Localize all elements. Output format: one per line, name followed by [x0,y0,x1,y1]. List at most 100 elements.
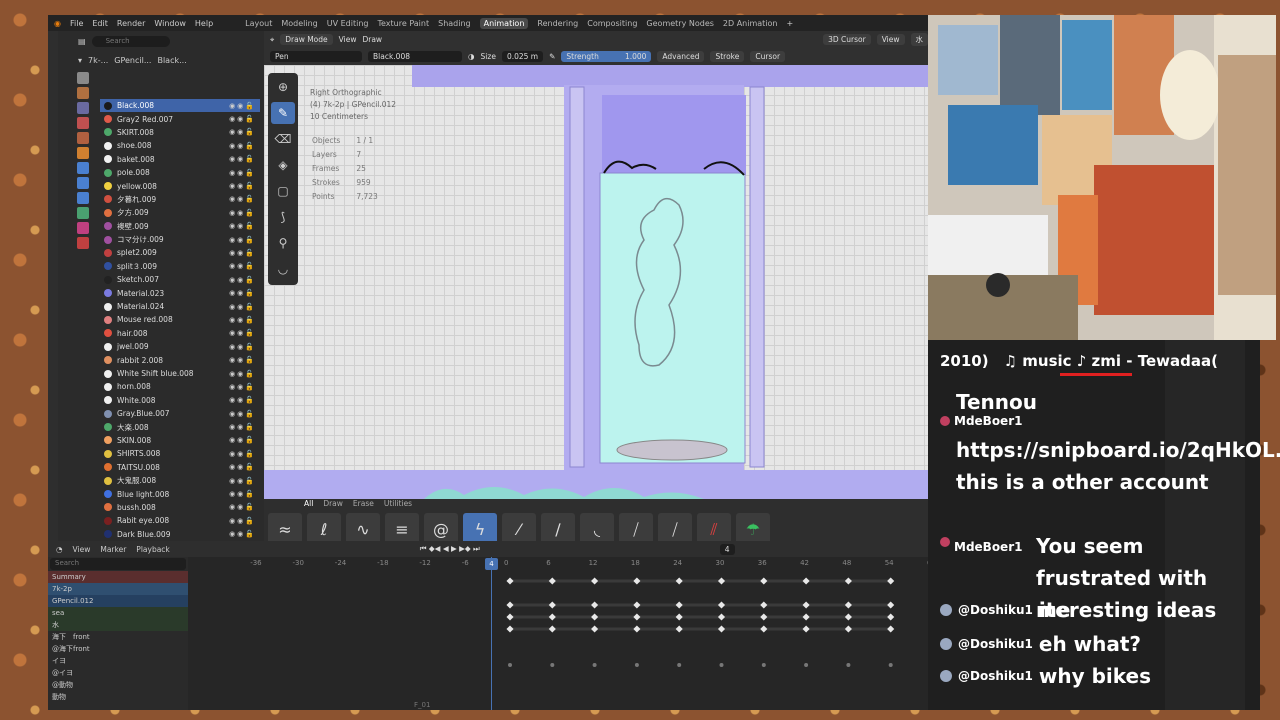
keyframe[interactable] [591,625,599,633]
keyframe[interactable] [633,625,641,633]
material-slot[interactable]: White Shift blue.008 ◉◉🔓 [100,367,260,380]
tab-uv-editing[interactable]: UV Editing [327,19,369,28]
tab-shading[interactable]: Shading [438,19,471,28]
tool-brush-dropdown[interactable]: Pen [270,51,362,62]
keyframe[interactable] [675,601,683,609]
material-slot[interactable]: hair.008 ◉◉🔓 [100,327,260,340]
keyframe[interactable] [802,577,810,585]
keyframe[interactable] [675,625,683,633]
curve-tool-icon[interactable]: ◡ [271,258,295,280]
channel-row[interactable]: @海下front [48,643,188,655]
material-dropdown[interactable]: Black.008 [368,51,462,62]
channel-row[interactable]: GPencil.012 [48,595,188,607]
material-slot[interactable]: 夕暮れ.009 ◉◉🔓 [100,193,260,206]
slot-toggle-icons[interactable]: ◉◉🔓 [229,477,260,485]
channel-row[interactable]: イヨ [48,655,188,667]
playhead-line[interactable] [491,557,492,710]
keyframe[interactable] [717,613,726,621]
keyframe[interactable] [802,613,810,621]
cursor-dropdown[interactable]: Cursor [750,51,786,62]
stroke-dropdown[interactable]: Stroke [710,51,745,62]
tint-tool-icon[interactable]: ⟆ [271,206,295,228]
slot-toggle-icons[interactable]: ◉◉🔓 [229,530,260,538]
eyedropper-tool-icon[interactable]: ⚲ [271,232,295,254]
material-slot[interactable]: 夕方.009 ◉◉🔓 [100,206,260,219]
keyframe[interactable] [508,663,512,667]
channel-row[interactable]: Summary [48,571,188,583]
keyframe-area[interactable] [188,571,928,710]
keyframe[interactable] [802,601,810,609]
menu-render[interactable]: Render [117,19,145,28]
material-slot[interactable]: Gray2 Red.007 ◉◉🔓 [100,112,260,125]
editor-type-icon[interactable]: ▤ [78,37,86,46]
slot-toggle-icons[interactable]: ◉◉🔓 [229,115,260,123]
menu-edit[interactable]: Edit [92,19,108,28]
tab-geometry-nodes[interactable]: Geometry Nodes [646,19,713,28]
channel-row[interactable]: 海下 front [48,631,188,643]
view-dropdown[interactable]: View [876,34,905,45]
keyframe[interactable] [844,601,852,609]
slot-toggle-icons[interactable]: ◉◉🔓 [229,436,260,444]
material-slot[interactable]: Sketch.007 ◉◉🔓 [100,273,260,286]
slot-toggle-icons[interactable]: ◉◉🔓 [229,262,260,270]
stroke-placement-dropdown[interactable]: 3D Cursor [823,34,871,45]
slot-toggle-icons[interactable]: ◉◉🔓 [229,209,260,217]
view-layer-tab-icon[interactable] [77,117,89,129]
draw-menu[interactable]: Draw [362,35,382,44]
material-slot[interactable]: splet2.009 ◉◉🔓 [100,246,260,259]
render-tab-icon[interactable] [77,87,89,99]
keyframe[interactable] [760,577,768,585]
keyframe[interactable] [591,601,599,609]
slot-toggle-icons[interactable]: ◉◉🔓 [229,236,260,244]
slot-toggle-icons[interactable]: ◉◉🔓 [229,423,260,431]
channel-search[interactable]: Search [50,558,186,570]
keyframe[interactable] [592,663,597,667]
material-slot[interactable]: rabbit 2.008 ◉◉🔓 [100,353,260,366]
texture-tab-icon[interactable] [77,237,89,249]
output-tab-icon[interactable] [77,102,89,114]
3d-viewport[interactable]: ⊕ ✎ ⌫ ◈ ▢ ⟆ ⚲ ◡ Right Orthographic (4) 7… [264,65,928,499]
breadcrumb-material[interactable]: Black... [157,56,186,65]
keyframe[interactable] [887,625,895,633]
channel-row[interactable]: 動物 [48,691,188,703]
fill-tool-icon[interactable]: ◈ [271,154,295,176]
material-slot[interactable]: 襖壁.009 ◉◉🔓 [100,220,260,233]
playback-menu[interactable]: Playback [136,545,169,554]
channel-row[interactable]: 7k-2p [48,583,188,595]
keyframe[interactable] [846,663,851,667]
keyframe[interactable] [719,663,724,667]
editor-type-icon[interactable]: ◔ [56,545,63,554]
tab-compositing[interactable]: Compositing [587,19,637,28]
keyframe[interactable] [760,601,768,609]
slot-toggle-icons[interactable]: ◉◉🔓 [229,383,260,391]
material-slot[interactable]: yellow.008 ◉◉🔓 [100,179,260,192]
material-slot[interactable]: SKIN.008 ◉◉🔓 [100,434,260,447]
keyframe[interactable] [887,613,895,621]
data-tab-icon[interactable] [77,207,89,219]
frame-ruler[interactable]: -36-30-24-18-12-60612182430364248546066 [188,557,928,571]
keyframe[interactable] [550,663,555,667]
marker-menu[interactable]: Marker [100,545,126,554]
material-slot[interactable]: 大楽.008 ◉◉🔓 [100,420,260,433]
playhead-frame[interactable]: 4 [485,558,498,570]
keyframe[interactable] [548,613,556,621]
keyframe[interactable] [888,663,893,667]
slot-toggle-icons[interactable]: ◉◉🔓 [229,128,260,136]
material-slot[interactable]: Gray.Blue.007 ◉◉🔓 [100,407,260,420]
tab-layout[interactable]: Layout [245,19,272,28]
keyframe[interactable] [506,601,514,609]
material-slot[interactable]: shoe.008 ◉◉🔓 [100,139,260,152]
draw-tool-icon[interactable]: ✎ [271,102,295,124]
slot-toggle-icons[interactable]: ◉◉🔓 [229,222,260,230]
keyframe[interactable] [634,663,639,667]
slot-toggle-icons[interactable]: ◉◉🔓 [229,517,260,525]
slot-toggle-icons[interactable]: ◉◉🔓 [229,356,260,364]
tab-utilities[interactable]: Utilities [384,499,412,511]
keyframe[interactable] [633,577,641,585]
effects-tab-icon[interactable] [77,177,89,189]
keyframe[interactable] [761,663,766,667]
channel-row[interactable]: @動物 [48,679,188,691]
view-menu[interactable]: View [339,35,357,44]
material-slot[interactable]: jwel.009 ◉◉🔓 [100,340,260,353]
channel-row[interactable]: 水 [48,619,188,631]
